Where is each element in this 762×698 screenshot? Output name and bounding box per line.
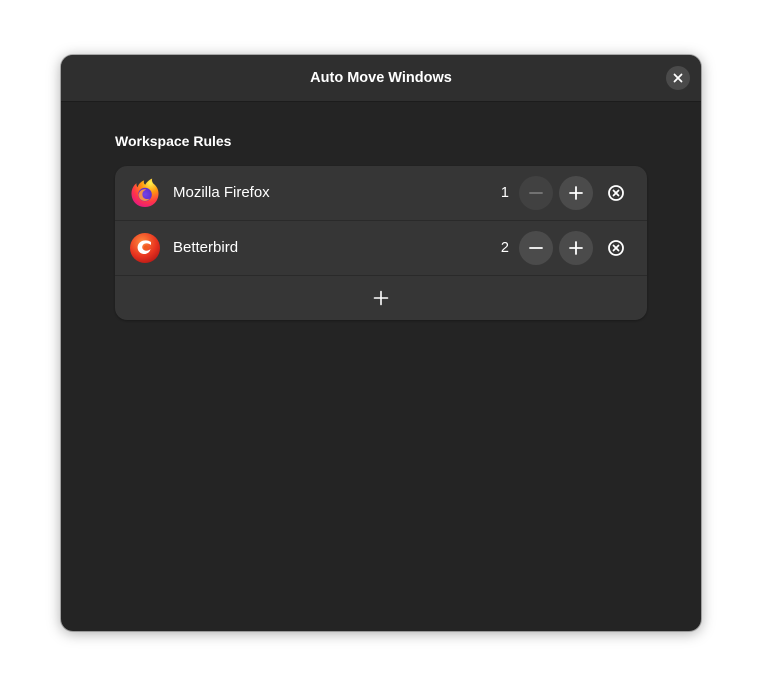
- decrement-workspace-button[interactable]: [519, 231, 553, 265]
- app-name: Betterbird: [173, 239, 239, 256]
- minus-icon: [529, 192, 543, 194]
- remove-circle-icon: [608, 240, 624, 256]
- minus-icon: [529, 247, 543, 249]
- increment-workspace-button[interactable]: [559, 231, 593, 265]
- add-rule-button[interactable]: [115, 276, 647, 320]
- decrement-workspace-button[interactable]: [519, 176, 553, 210]
- rule-row-firefox: Mozilla Firefox 1: [115, 166, 647, 221]
- app-name: Mozilla Firefox: [173, 184, 270, 201]
- rule-row-betterbird: Betterbird 2: [115, 221, 647, 276]
- plus-icon: [569, 186, 583, 200]
- firefox-icon: [131, 178, 159, 207]
- dialog-window: Auto Move Windows Workspace Rules Mozill…: [61, 55, 701, 631]
- window-title: Auto Move Windows: [310, 70, 452, 86]
- plus-icon: [373, 290, 389, 306]
- remove-rule-button[interactable]: [603, 235, 629, 261]
- remove-rule-button[interactable]: [603, 180, 629, 206]
- workspace-number: 2: [500, 240, 509, 256]
- workspace-number: 1: [500, 185, 509, 201]
- plus-icon: [569, 241, 583, 255]
- close-button[interactable]: [666, 66, 690, 90]
- titlebar: Auto Move Windows: [61, 55, 701, 102]
- section-title: Workspace Rules: [115, 133, 232, 149]
- workspace-rules-list: Mozilla Firefox 1 Betterbird 2: [115, 166, 647, 320]
- remove-circle-icon: [608, 185, 624, 201]
- increment-workspace-button[interactable]: [559, 176, 593, 210]
- close-icon: [673, 73, 683, 83]
- betterbird-icon: [130, 233, 160, 263]
